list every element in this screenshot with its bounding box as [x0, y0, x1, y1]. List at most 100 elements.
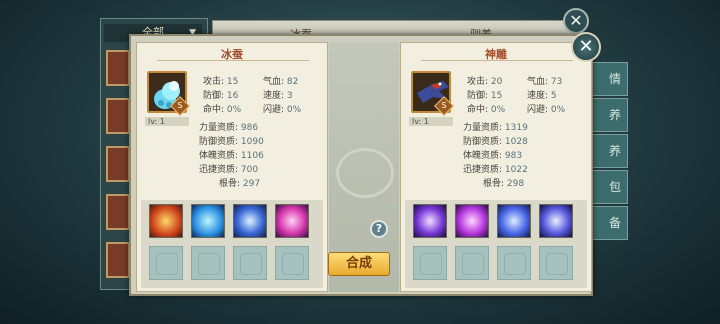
pet-card-left: 冰蚕 S lv: 1 攻击: 15 气血: 82 防御: 16 速度: 3 命中…: [136, 42, 328, 292]
stat-defense: 防御: 15: [467, 88, 502, 101]
close-button[interactable]: ✕: [571, 32, 601, 62]
attr-label: 根骨:: [483, 179, 505, 189]
attr-label: 力量资质:: [463, 123, 503, 133]
stat-hp: 气血: 82: [263, 74, 298, 87]
attr-label: 体魄资质:: [199, 151, 239, 161]
stat-attack: 攻击: 20: [467, 74, 502, 87]
skill-grid: [141, 200, 323, 288]
pet-list-item[interactable]: [106, 194, 130, 230]
help-icon: ?: [375, 222, 383, 235]
skill-grid: [405, 200, 587, 288]
shield-skill-icon[interactable]: [233, 204, 267, 238]
stat-label: 攻击:: [203, 77, 225, 87]
stat-dodge: 闪避: 0%: [527, 102, 565, 115]
empty-skill-slot: [149, 246, 183, 280]
stat-value: 0%: [490, 105, 506, 115]
attr-label: 力量资质:: [199, 123, 239, 133]
grade-label: S: [177, 101, 183, 110]
attr-constitution: 体魄资质: 983: [463, 148, 522, 161]
background-close-button[interactable]: ✕: [563, 8, 589, 34]
stat-label: 速度:: [527, 91, 549, 101]
side-tab-train[interactable]: 养: [590, 134, 628, 168]
empty-skill-slot: [191, 246, 225, 280]
attr-value: 1090: [240, 137, 264, 147]
stat-value: 16: [226, 91, 239, 101]
empty-skill-slot: [539, 246, 573, 280]
slash-skill-icon[interactable]: [413, 204, 447, 238]
empty-skill-slot: [413, 246, 447, 280]
attr-strength: 力量资质: 1319: [463, 120, 528, 133]
side-tab-equip[interactable]: 备: [590, 206, 628, 240]
water-skill-icon[interactable]: [191, 204, 225, 238]
title-divider: [157, 60, 309, 61]
attr-agility: 迅捷资质: 700: [199, 162, 258, 175]
stat-attack: 攻击: 15: [203, 74, 238, 87]
pet-list-item[interactable]: [106, 146, 130, 182]
empty-skill-slot: [233, 246, 267, 280]
help-button[interactable]: ?: [370, 220, 388, 238]
stat-speed: 速度: 3: [263, 88, 293, 101]
pet-level: lv: 1: [409, 117, 453, 126]
stat-value: 0%: [286, 105, 302, 115]
attr-label: 迅捷资质:: [199, 165, 239, 175]
close-icon: ✕: [578, 36, 594, 57]
attr-defense: 防御资质: 1028: [463, 134, 528, 147]
stat-hit: 命中: 0%: [467, 102, 505, 115]
fire-skill-icon[interactable]: [149, 204, 183, 238]
empty-skill-slot: [275, 246, 309, 280]
attr-value: 1028: [504, 137, 528, 147]
side-tab-nurture[interactable]: 养: [590, 98, 628, 132]
stat-value: 15: [226, 77, 239, 87]
attr-value: 1319: [504, 123, 528, 133]
stat-value: 5: [550, 91, 557, 101]
pet-list-item[interactable]: [106, 242, 130, 278]
attr-constitution: 体魄资质: 1106: [199, 148, 264, 161]
attr-strength: 力量资质: 986: [199, 120, 258, 133]
attr-root-bone: 根骨: 297: [219, 176, 260, 189]
vortex-skill-icon[interactable]: [275, 204, 309, 238]
pet-level: lv: 1: [145, 117, 189, 126]
merge-button[interactable]: 合成: [328, 252, 390, 276]
stat-value: 0%: [226, 105, 242, 115]
attr-root-bone: 根骨: 298: [483, 176, 524, 189]
dash-skill-icon[interactable]: [497, 204, 531, 238]
attr-value: 983: [504, 151, 523, 161]
stat-value: 0%: [550, 105, 566, 115]
side-tab-info[interactable]: 情: [590, 62, 628, 96]
attr-defense: 防御资质: 1090: [199, 134, 264, 147]
stat-value: 15: [490, 91, 503, 101]
empty-skill-slot: [497, 246, 531, 280]
side-tab-bag[interactable]: 包: [590, 170, 628, 204]
stat-hit: 命中: 0%: [203, 102, 241, 115]
attr-value: 1022: [504, 165, 528, 175]
attr-label: 体魄资质:: [463, 151, 503, 161]
stat-label: 防御:: [467, 91, 489, 101]
title-divider: [421, 60, 573, 61]
stat-label: 攻击:: [467, 77, 489, 87]
attr-value: 1106: [240, 151, 264, 161]
attr-label: 根骨:: [219, 179, 241, 189]
attr-value: 298: [506, 179, 525, 189]
claw-skill-icon[interactable]: [539, 204, 573, 238]
stat-label: 闪避:: [527, 105, 549, 115]
stat-label: 防御:: [203, 91, 225, 101]
stat-hp: 气血: 73: [527, 74, 562, 87]
attr-label: 迅捷资质:: [463, 165, 503, 175]
stat-label: 命中:: [203, 105, 225, 115]
stat-value: 20: [490, 77, 503, 87]
stat-speed: 速度: 5: [527, 88, 557, 101]
stat-label: 命中:: [467, 105, 489, 115]
dragon-emblem-icon: [336, 148, 394, 198]
pet-list-item[interactable]: [106, 50, 130, 86]
attr-value: 700: [240, 165, 259, 175]
empty-skill-slot: [455, 246, 489, 280]
grade-label: S: [441, 101, 447, 110]
pet-list-item[interactable]: [106, 98, 130, 134]
attr-agility: 迅捷资质: 1022: [463, 162, 528, 175]
stat-value: 73: [550, 77, 563, 87]
stat-label: 气血:: [263, 77, 285, 87]
stat-label: 闪避:: [263, 105, 285, 115]
stat-label: 气血:: [527, 77, 549, 87]
pet-card-right: 神雕 S lv: 1 攻击: 20 气血: 73 防御: 15 速度: 5 命中…: [400, 42, 592, 292]
arrow-skill-icon[interactable]: [455, 204, 489, 238]
